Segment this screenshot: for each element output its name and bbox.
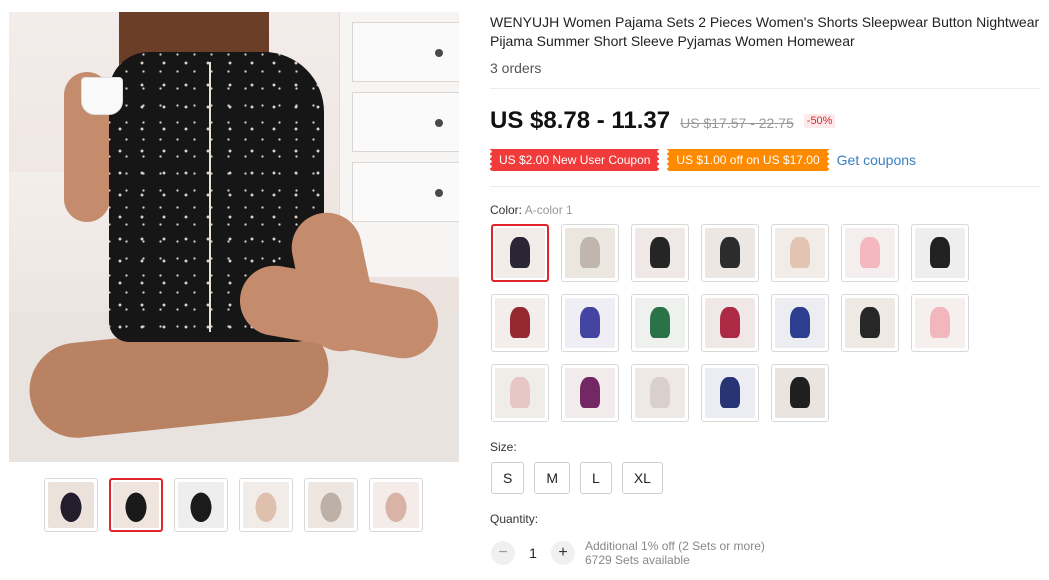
swatch-image	[775, 298, 825, 348]
color-swatch-grid	[491, 224, 969, 422]
thumbnail-strip	[44, 478, 423, 532]
color-swatch[interactable]	[491, 224, 549, 282]
color-swatch[interactable]	[911, 294, 969, 352]
swatch-image	[635, 298, 685, 348]
color-swatch[interactable]	[631, 224, 689, 282]
color-swatch[interactable]	[701, 364, 759, 422]
quantity-decrease-button[interactable]: −	[491, 541, 515, 565]
color-swatch[interactable]	[491, 294, 549, 352]
quantity-stepper: − 1 + Additional 1% off (2 Sets or more)…	[491, 539, 765, 567]
swatch-image	[775, 368, 825, 418]
color-swatch[interactable]	[561, 364, 619, 422]
gallery-thumbnail[interactable]	[369, 478, 423, 532]
orders-count: 3 orders	[490, 60, 542, 76]
swatch-image	[495, 228, 545, 278]
swatch-image	[705, 228, 755, 278]
size-option-l[interactable]: L	[580, 462, 612, 494]
get-coupons-link[interactable]: Get coupons	[837, 152, 916, 168]
size-option-xl[interactable]: XL	[621, 462, 663, 494]
selected-color: A-color 1	[524, 203, 573, 217]
thumbnail-image	[48, 482, 94, 528]
color-swatch[interactable]	[771, 224, 829, 282]
gallery-thumbnail[interactable]	[109, 478, 163, 532]
swatch-image	[495, 368, 545, 418]
color-swatch[interactable]	[841, 224, 899, 282]
size-label: Size:	[490, 440, 517, 454]
thumbnail-image	[178, 482, 224, 528]
new-user-coupon[interactable]: US $2.00 New User Coupon	[487, 149, 662, 171]
stock-available: 6729 Sets available	[585, 553, 690, 567]
color-label: Color: A-color 1	[490, 203, 573, 217]
swatch-image	[845, 298, 895, 348]
color-swatch[interactable]	[841, 294, 899, 352]
gallery-thumbnail[interactable]	[304, 478, 358, 532]
coffee-mug	[81, 77, 123, 115]
swatch-image	[565, 368, 615, 418]
current-price: US $8.78 - 11.37	[490, 107, 671, 134]
coupon-row: US $2.00 New User Coupon US $1.00 off on…	[487, 149, 916, 171]
color-swatch[interactable]	[701, 294, 759, 352]
size-option-m[interactable]: M	[534, 462, 571, 494]
size-options: S M L XL	[491, 462, 663, 494]
quantity-label: Quantity:	[490, 512, 539, 526]
swatch-image	[915, 228, 965, 278]
gallery-thumbnail[interactable]	[239, 478, 293, 532]
quantity-increase-button[interactable]: +	[551, 541, 575, 565]
color-swatch[interactable]	[771, 364, 829, 422]
original-price: US $17.57 - 22.75	[680, 115, 794, 131]
swatch-image	[565, 298, 615, 348]
thumbnail-image	[308, 482, 354, 528]
color-swatch[interactable]	[561, 224, 619, 282]
price-row: US $8.78 - 11.37 US $17.57 - 22.75 -50%	[490, 107, 836, 135]
color-swatch[interactable]	[561, 294, 619, 352]
quantity-value[interactable]: 1	[515, 545, 551, 561]
divider	[490, 88, 1040, 89]
thumbnail-image	[113, 482, 159, 528]
store-coupon[interactable]: US $1.00 off on US $17.00	[665, 149, 831, 171]
size-option-s[interactable]: S	[491, 462, 525, 494]
color-swatch[interactable]	[491, 364, 549, 422]
swatch-image	[775, 228, 825, 278]
thumbnail-image	[373, 482, 419, 528]
swatch-image	[915, 298, 965, 348]
product-title: WENYUJH Women Pajama Sets 2 Pieces Women…	[490, 14, 1040, 49]
swatch-image	[495, 298, 545, 348]
color-swatch[interactable]	[631, 364, 689, 422]
divider	[490, 186, 1040, 187]
swatch-image	[705, 298, 755, 348]
gallery-thumbnail[interactable]	[174, 478, 228, 532]
swatch-image	[565, 228, 615, 278]
main-product-image[interactable]	[9, 12, 459, 462]
quantity-info: Additional 1% off (2 Sets or more) 6729 …	[585, 539, 765, 567]
color-swatch[interactable]	[701, 224, 759, 282]
swatch-image	[635, 228, 685, 278]
swatch-image	[705, 368, 755, 418]
swatch-image	[635, 368, 685, 418]
swatch-image	[845, 228, 895, 278]
gallery-thumbnail[interactable]	[44, 478, 98, 532]
color-label-text: Color:	[490, 203, 523, 217]
discount-badge: -50%	[803, 114, 836, 128]
color-swatch[interactable]	[911, 224, 969, 282]
color-swatch[interactable]	[771, 294, 829, 352]
color-swatch[interactable]	[631, 294, 689, 352]
thumbnail-image	[243, 482, 289, 528]
bulk-offer-text: Additional 1% off (2 Sets or more)	[585, 539, 765, 553]
